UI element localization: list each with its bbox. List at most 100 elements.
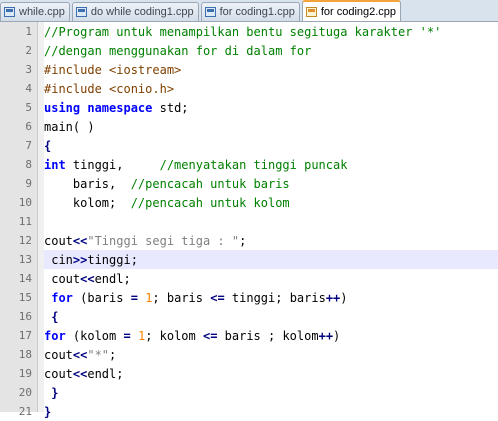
code-token: tinggi; baris — [224, 290, 326, 305]
code-text[interactable]: baris, //pencacah untuk baris — [44, 174, 498, 193]
tab-label: while.cpp — [19, 6, 65, 18]
file-save-icon — [204, 7, 216, 17]
code-line[interactable]: 14 cout << endl; — [0, 269, 498, 288]
code-token: 1 — [137, 328, 146, 343]
code-editor[interactable]: 1 //Program untuk menampilkan bentu segit… — [0, 22, 498, 419]
code-token: ; kolom — [145, 328, 203, 343]
code-token: int — [44, 157, 66, 172]
code-text[interactable]: { — [44, 307, 498, 326]
code-text[interactable]: cin >> tinggi; — [44, 250, 498, 269]
code-line[interactable]: 3 #include <iostream> — [0, 60, 498, 79]
code-line[interactable]: 19 cout << endl; — [0, 364, 498, 383]
line-number: 3 — [25, 63, 32, 76]
tab-while-cpp[interactable]: while.cpp — [0, 2, 70, 21]
code-token: } — [44, 385, 59, 400]
line-number: 20 — [18, 386, 32, 399]
code-text[interactable]: { — [44, 136, 498, 155]
line-number: 4 — [25, 82, 32, 95]
code-token: endl; — [94, 271, 131, 286]
code-token: #include <iostream> — [44, 62, 182, 77]
line-number: 12 — [18, 234, 32, 247]
line-number: 14 — [18, 272, 32, 285]
line-number: 1 — [25, 25, 32, 38]
tab-for-coding1-cpp[interactable]: for coding1.cpp — [200, 2, 300, 21]
line-number: 11 — [18, 215, 32, 228]
code-token: = — [130, 290, 138, 305]
code-text[interactable]: kolom; //pencacah untuk kolom — [44, 193, 498, 212]
code-token: baris ; kolom — [217, 328, 319, 343]
code-text[interactable]: } — [44, 383, 498, 402]
code-line[interactable]: 9 baris, //pencacah untuk baris — [0, 174, 498, 193]
line-number: 18 — [18, 348, 32, 361]
tab-label: for coding2.cpp — [320, 5, 397, 18]
code-token: ++ — [325, 290, 341, 305]
code-text[interactable]: int tinggi, //menyatakan tinggi puncak — [44, 155, 498, 174]
code-line[interactable]: 10 kolom; //pencacah untuk kolom — [0, 193, 498, 212]
code-token: "Tinggi segi tiga : " — [87, 233, 240, 248]
code-text[interactable]: #include <conio.h> — [44, 79, 498, 98]
code-token: { — [44, 309, 59, 324]
code-line[interactable]: 13 cin >> tinggi; — [0, 250, 498, 269]
code-token: 1 — [145, 290, 153, 305]
code-line[interactable]: 15 for (baris = 1; baris <= tinggi; bari… — [0, 288, 498, 307]
line-number: 10 — [18, 196, 32, 209]
code-token: { — [44, 138, 52, 153]
code-token: cin — [44, 252, 73, 267]
code-token: <= — [210, 290, 225, 305]
code-token: cout — [44, 347, 73, 362]
tab-for-coding2-cpp[interactable]: for coding2.cpp — [301, 0, 402, 21]
code-token: std; — [152, 100, 189, 115]
code-token: using — [44, 100, 81, 115]
code-text[interactable]: cout << "*"; — [44, 345, 498, 364]
code-token: ++ — [318, 328, 334, 343]
code-text[interactable]: using namespace std; — [44, 98, 498, 117]
code-token: cout — [44, 366, 73, 381]
code-token: endl; — [87, 366, 124, 381]
code-token: tinggi; — [87, 252, 138, 267]
code-token: ; — [239, 233, 247, 248]
code-text[interactable]: //dengan menggunakan for di dalam for — [44, 41, 498, 60]
code-line[interactable]: 17 for (kolom = 1; kolom <= baris ; kolom… — [0, 326, 498, 345]
code-token: cout — [44, 271, 81, 286]
code-text[interactable]: cout << "Tinggi segi tiga : "; — [44, 231, 498, 250]
code-line[interactable]: 5 using namespace std; — [0, 98, 498, 117]
code-line[interactable]: 18 cout << "*"; — [0, 345, 498, 364]
code-text[interactable]: for (kolom = 1; kolom <= baris ; kolom ++… — [44, 326, 498, 345]
code-token: "*" — [87, 347, 110, 362]
code-line[interactable]: 7{ — [0, 136, 498, 155]
code-token: << — [72, 347, 88, 362]
code-text[interactable]: cout << endl; — [44, 269, 498, 288]
code-line[interactable]: 4 #include <conio.h> — [0, 79, 498, 98]
code-line[interactable]: 11 — [0, 212, 498, 231]
code-text[interactable] — [44, 212, 498, 231]
code-token: << — [72, 366, 88, 381]
code-line[interactable]: 12 cout << "Tinggi segi tiga : "; — [0, 231, 498, 250]
tab-do-while-coding1-cpp[interactable]: do while coding1.cpp — [71, 2, 199, 21]
code-line[interactable]: 16 { — [0, 307, 498, 326]
code-text[interactable]: main( ) — [44, 117, 498, 136]
line-number: 16 — [18, 310, 32, 323]
code-token: <= — [202, 328, 218, 343]
code-line[interactable]: 6 main( ) — [0, 117, 498, 136]
code-text[interactable]: for (baris = 1; baris <= tinggi; baris ++… — [44, 288, 498, 307]
line-number: 15 — [18, 291, 32, 304]
file-save-icon — [75, 7, 87, 17]
line-number: 13 — [18, 253, 32, 266]
code-token: >> — [72, 252, 88, 267]
line-number: 19 — [18, 367, 32, 380]
code-line[interactable]: 8 int tinggi, //menyatakan tinggi puncak — [0, 155, 498, 174]
code-text[interactable]: #include <iostream> — [44, 60, 498, 79]
code-token: ; — [109, 347, 117, 362]
tab-label: do while coding1.cpp — [90, 6, 194, 18]
code-line[interactable]: 20 } — [0, 383, 498, 402]
file-save-icon — [4, 7, 15, 17]
code-line[interactable]: 2 //dengan menggunakan for di dalam for — [0, 41, 498, 60]
line-number: 17 — [18, 329, 32, 342]
code-token: //dengan menggunakan for di dalam for — [44, 43, 312, 58]
code-token: //pencacah untuk kolom — [130, 195, 290, 210]
code-line[interactable]: 1 //Program untuk menampilkan bentu segit… — [0, 22, 498, 41]
code-text[interactable]: //Program untuk menampilkan bentu segitu… — [44, 22, 498, 41]
code-text[interactable]: cout << endl; — [44, 364, 498, 383]
